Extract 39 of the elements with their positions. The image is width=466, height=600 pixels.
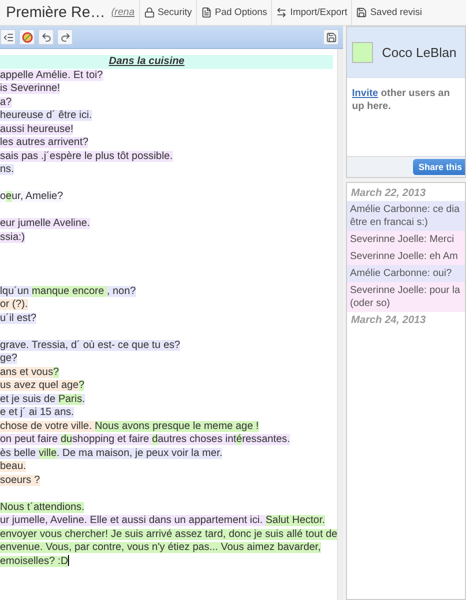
chat-message: Severinne Joelle: Merci [347,231,465,248]
save-icon [356,7,368,18]
file-icon [200,7,212,18]
text-line: et je suis de Paris. [0,392,86,406]
invite-link[interactable]: Invite [352,88,378,99]
text-line: ur jumelle, Aveline. Elle et aussi dans un appartement ici. Salut Hector. [0,514,326,528]
outdent-icon [2,32,14,42]
chat-message: Severinne Joelle: eh Am [347,248,465,265]
share-button[interactable]: Share this [413,159,465,175]
undo-icon [40,32,52,42]
pad-title: Première Re… [5,4,106,21]
invite-text: Invite other users an up here. [351,87,451,113]
chat-message: Amélie Carbonne: ce dia être en francai s:) [347,201,465,231]
chat-message: Amélie Carbonne: oui? [347,265,465,282]
chat-date: March 24, 2013 [350,313,427,328]
text-line: ans et vous? [0,366,60,379]
chat-message: Severinne Joelle: pour la (oder so) [347,282,465,312]
color-circle-icon [22,32,32,42]
lock-icon [144,7,155,18]
text-line: on peut faire dushopping et faire dautres choses intéressantes. [0,433,291,446]
text-line: us avez quel age? [0,379,86,392]
text-line: oeur, Amelie? [0,190,64,204]
rename-link[interactable]: (rena [111,7,135,18]
undo-button[interactable] [38,29,54,45]
text-line: lqu´un manque encore , non? [0,284,137,298]
scene-heading: Dans la cuisine [0,55,334,68]
outdent-button[interactable] [0,29,16,45]
save-button[interactable] [323,29,339,45]
arrows-icon [276,7,288,18]
save-icon [326,32,336,42]
color-button[interactable] [19,29,35,45]
text-line: ès belle ville. De ma maison, je peux voir la mer. [0,446,224,460]
user-color-swatch[interactable] [352,42,373,62]
redo-icon [60,32,70,42]
redo-button[interactable] [57,29,73,45]
chat-date: March 22, 2013 [350,186,427,201]
text-line: chose de votre ville. Nous avons presque le meme age ! [0,420,260,433]
scrollbar[interactable] [337,49,343,600]
user-name: Coco LeBlan [382,44,456,60]
